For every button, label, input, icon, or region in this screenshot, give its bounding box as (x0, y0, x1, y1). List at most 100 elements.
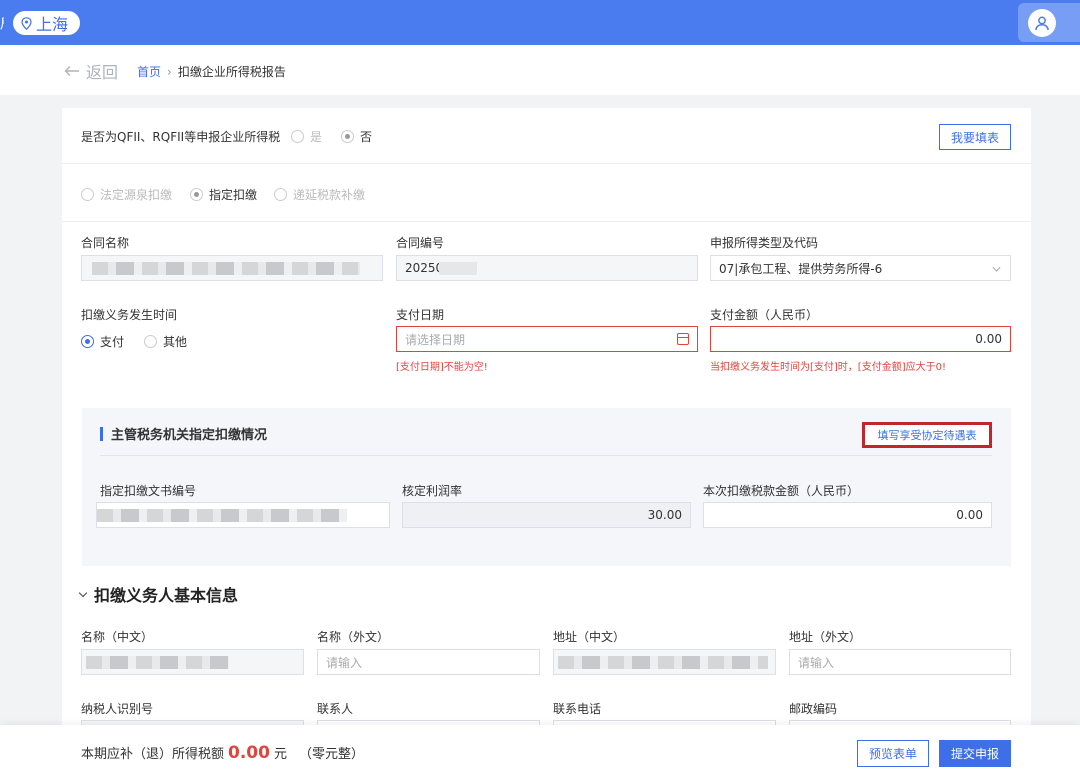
tax-summary-unit: 元 (273, 747, 287, 762)
pay-date-placeholder: 请选择日期 (405, 332, 466, 347)
user-menu[interactable] (1018, 3, 1080, 42)
back-button[interactable]: 返回 (64, 59, 118, 83)
submit-button[interactable]: 提交申报 (939, 740, 1011, 767)
fill-form-button[interactable]: 我要填表 (939, 124, 1011, 150)
basic-info-header[interactable]: 扣缴义务人基本信息 (78, 582, 239, 606)
redacted-value (558, 656, 768, 669)
mode-radio-deferred[interactable]: 递延税款补缴 (274, 186, 365, 203)
contract-name-label: 合同名称 (81, 236, 130, 250)
tax-summary-amount-cn: （零元整） (298, 747, 364, 762)
pay-date-error: [支付日期]不能为空! (396, 362, 488, 373)
obligation-radio-other[interactable]: 其他 (144, 333, 187, 350)
withholding-mode-row: 法定源泉扣缴 指定扣缴 递延税款补缴 (62, 164, 1031, 222)
mode-statutory-label: 法定源泉扣缴 (100, 188, 173, 202)
top-bar: 局 上海 (0, 0, 1080, 45)
addr-cn-label: 地址（中文） (553, 630, 626, 644)
tax-summary-amount: 0.00 (228, 743, 270, 763)
top-bar-partial-text: 局 (0, 14, 4, 30)
calendar-icon (677, 333, 689, 345)
redacted-value (92, 262, 360, 275)
qfii-row: 是否为QFII、RQFII等申报企业所得税 是 否 我要填表 (62, 108, 1031, 164)
qfii-yes-label: 是 (310, 130, 323, 144)
contract-name-field[interactable] (81, 255, 383, 281)
chevron-down-icon (78, 588, 88, 597)
contract-no-value: 20250 (405, 261, 444, 275)
radio-circle-icon (291, 130, 304, 143)
footer-bar: 本期应补（退）所得税额 0.00 元 （零元整） 预览表单 提交申报 (0, 725, 1080, 783)
divider (100, 455, 992, 456)
radio-checked-icon (341, 130, 354, 143)
qfii-radio-yes[interactable]: 是 (291, 128, 322, 145)
addr-foreign-label: 地址（外文） (789, 630, 862, 644)
breadcrumb-separator: › (167, 64, 172, 79)
tax-summary: 本期应补（退）所得税额 0.00 元 （零元整） (81, 743, 364, 763)
mode-radio-designated[interactable]: 指定扣缴 (190, 186, 257, 203)
tax-id-label: 纳税人识别号 (81, 702, 154, 716)
pay-date-label: 支付日期 (396, 308, 445, 322)
radio-circle-icon (81, 188, 94, 201)
designated-withholding-section: 主管税务机关指定扣缴情况 填写享受协定待遇表 指定扣缴文书编号 核定利润率 30… (82, 408, 1011, 566)
pay-amount-input[interactable]: 0.00 (710, 326, 1011, 352)
redacted-value (86, 656, 229, 669)
breadcrumb-bar: 返回 首页 › 扣缴企业所得税报告 (0, 45, 1080, 95)
doc-no-field[interactable] (96, 502, 390, 528)
profit-rate-value: 30.00 (647, 508, 682, 522)
contract-no-field[interactable]: 20250 (396, 255, 698, 281)
name-foreign-input[interactable]: 请输入 (317, 649, 540, 675)
qfii-no-label: 否 (360, 130, 373, 144)
addr-cn-field[interactable] (553, 649, 776, 675)
section-title: 主管税务机关指定扣缴情况 (100, 424, 267, 443)
preview-button[interactable]: 预览表单 (857, 740, 929, 767)
tax-amount-value: 0.00 (956, 508, 983, 522)
section-accent-bar (100, 426, 103, 441)
postcode-label: 邮政编码 (789, 702, 838, 716)
radio-circle-icon (144, 335, 157, 348)
income-type-select[interactable]: 07|承包工程、提供劳务所得-6 (710, 255, 1011, 281)
name-foreign-placeholder: 请输入 (326, 655, 363, 670)
redacted-value (439, 262, 477, 275)
mode-designated-label: 指定扣缴 (209, 188, 258, 202)
obligation-pay-label: 支付 (100, 335, 125, 349)
section-title-text: 主管税务机关指定扣缴情况 (111, 428, 268, 443)
doc-no-label: 指定扣缴文书编号 (100, 484, 197, 498)
addr-foreign-input[interactable]: 请输入 (789, 649, 1011, 675)
contact-label: 联系人 (317, 702, 354, 716)
back-label: 返回 (86, 63, 119, 82)
addr-foreign-placeholder: 请输入 (798, 655, 835, 670)
pay-amount-value: 0.00 (975, 332, 1002, 346)
contract-no-label: 合同编号 (396, 236, 445, 250)
obligation-radio-pay[interactable]: 支付 (81, 333, 124, 350)
breadcrumb-current: 扣缴企业所得税报告 (177, 65, 286, 79)
redacted-value (97, 509, 347, 522)
pay-date-picker[interactable]: 请选择日期 (396, 326, 698, 352)
basic-info-title: 扣缴义务人基本信息 (94, 586, 239, 605)
tax-amount-label: 本次扣缴税款金额（人民币） (703, 484, 860, 498)
pay-amount-label: 支付金额（人民币） (710, 308, 819, 322)
profit-rate-field[interactable]: 30.00 (402, 502, 691, 528)
breadcrumb: 首页 › 扣缴企业所得税报告 (137, 63, 286, 80)
user-icon (1035, 16, 1049, 31)
chevron-down-icon (992, 263, 1001, 272)
breadcrumb-home[interactable]: 首页 (137, 63, 161, 80)
name-foreign-label: 名称（外文） (317, 630, 390, 644)
tax-amount-input[interactable]: 0.00 (703, 502, 992, 528)
name-cn-field[interactable] (81, 649, 304, 675)
obligation-other-label: 其他 (163, 335, 188, 349)
city-label: 上海 (36, 15, 69, 34)
radio-circle-icon (274, 188, 287, 201)
mode-deferred-label: 递延税款补缴 (293, 188, 366, 202)
radio-checked-icon (190, 188, 203, 201)
arrow-left-icon (64, 66, 79, 76)
treaty-benefit-form-link[interactable]: 填写享受协定待遇表 (862, 422, 992, 448)
qfii-radio-no[interactable]: 否 (341, 128, 372, 145)
location-pin-icon (21, 16, 32, 30)
avatar[interactable] (1028, 9, 1056, 37)
income-type-value: 07|承包工程、提供劳务所得-6 (719, 261, 883, 276)
qfii-question: 是否为QFII、RQFII等申报企业所得税 (81, 130, 281, 144)
pay-amount-error: 当扣缴义务发生时间为[支付]时，[支付金额]应大于0! (710, 362, 946, 373)
radio-checked-icon (81, 335, 94, 348)
name-cn-label: 名称（中文） (81, 630, 154, 644)
obligation-time-label: 扣缴义务发生时间 (81, 308, 178, 322)
mode-radio-statutory[interactable]: 法定源泉扣缴 (81, 186, 172, 203)
city-selector[interactable]: 上海 (13, 11, 81, 35)
